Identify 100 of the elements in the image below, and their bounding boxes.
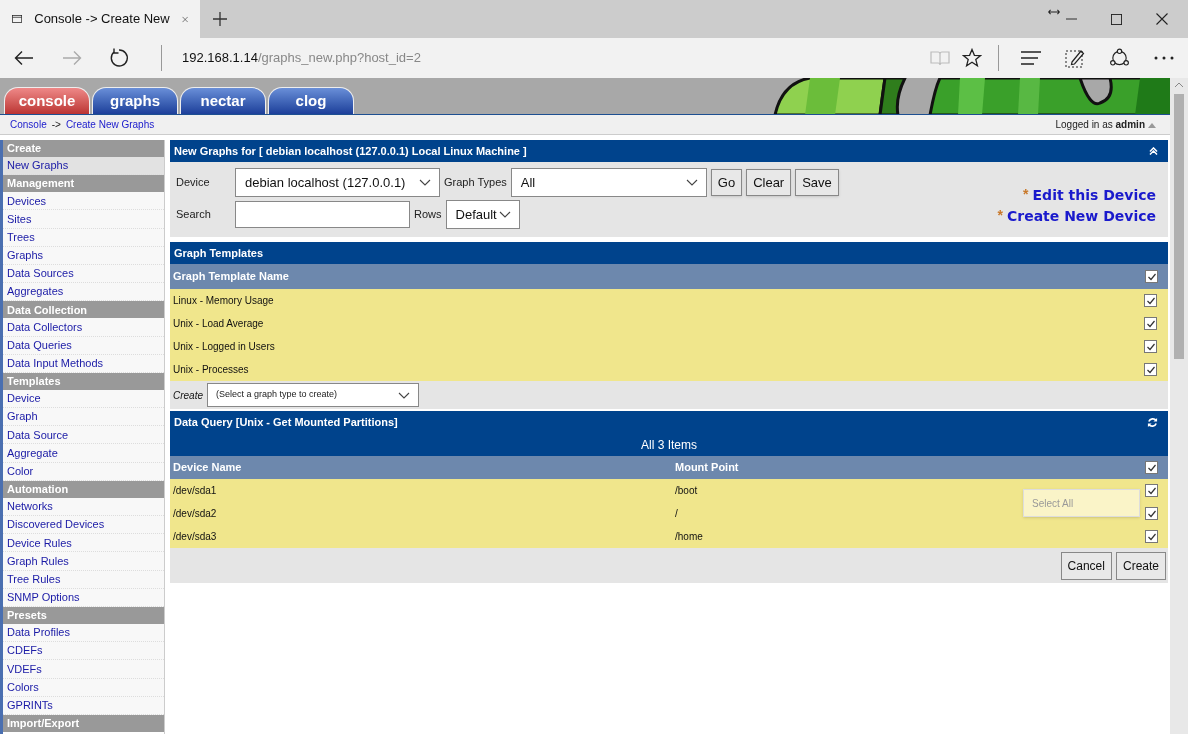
browser-tab[interactable]: Console -> Create New (0, 0, 200, 38)
field-label: Device (176, 175, 211, 191)
checkbox[interactable] (1145, 507, 1158, 520)
app-tab[interactable]: clog (268, 87, 354, 114)
breadcrumb-link[interactable]: Console (10, 117, 47, 132)
check-icon (1146, 462, 1157, 473)
sidebar-item[interactable]: Discovered Devices (3, 516, 164, 535)
checkbox[interactable] (1144, 317, 1157, 330)
sidebar-item[interactable]: VDEFs (3, 660, 164, 679)
sidebar-item[interactable]: CDEFs (3, 642, 164, 661)
maximize-icon[interactable] (1111, 13, 1122, 25)
table-cell-text: Unix - Processes (173, 363, 250, 377)
field-label: Search (176, 207, 212, 223)
table-cell-text: /dev/sda3 (173, 530, 218, 544)
caret-icon (419, 179, 431, 186)
app-tab[interactable]: graphs (92, 87, 178, 114)
section-title: Graph Templates (174, 245, 265, 261)
sidebar-item[interactable]: Aggregate (3, 444, 164, 463)
note-icon[interactable] (1065, 48, 1085, 68)
button[interactable]: Clear (746, 169, 792, 196)
collapse-icon[interactable] (1149, 147, 1158, 155)
field-label: Create (173, 388, 203, 403)
field-label: Graph Types (444, 175, 507, 191)
link[interactable]: Edit this Device (1032, 186, 1156, 203)
sidebar-item[interactable]: Aggregates (3, 283, 164, 302)
graph-type-dropdown[interactable]: (Select a graph type to create) (207, 383, 419, 407)
share-icon[interactable] (1109, 48, 1130, 68)
table-cell-text: Unix - Load Average (173, 317, 265, 331)
resize-icon (1048, 8, 1060, 16)
table-cell-text: /dev/sda1 (173, 484, 218, 498)
scroll-up-icon[interactable] (1174, 82, 1184, 88)
breadcrumb-link[interactable]: Create New Graphs (65, 117, 155, 132)
scrollbar[interactable] (1170, 78, 1188, 734)
back-icon[interactable] (14, 50, 34, 66)
check-icon (1146, 485, 1157, 496)
plus-icon[interactable] (213, 12, 227, 26)
checkbox[interactable] (1144, 294, 1157, 307)
table-row[interactable]: /dev/sda3 /home (170, 525, 1168, 548)
window-icon (12, 12, 23, 26)
table-row[interactable]: Unix - Logged in Users (170, 335, 1168, 358)
graph-types-dropdown[interactable]: All (510, 168, 707, 197)
column-title: Graph Template Name (173, 269, 290, 285)
app-tab[interactable]: nectar (180, 87, 266, 114)
check-icon (1145, 295, 1156, 306)
sidebar-item[interactable]: New Graphs (3, 157, 164, 176)
sidebar-heading: Create (3, 140, 164, 157)
sidebar-item[interactable]: Data Collectors (3, 318, 164, 337)
button[interactable]: Cancel (1060, 551, 1112, 580)
breadcrumb-separator: -> (51, 118, 61, 132)
section-title: Data Query [Unix - Get Mounted Partitions] (174, 414, 399, 430)
close-icon[interactable] (1156, 13, 1168, 25)
bullet-icon: * (1023, 184, 1029, 205)
checkbox[interactable] (1144, 340, 1157, 353)
checkbox[interactable] (1145, 270, 1158, 283)
link[interactable]: Create New Device (1006, 207, 1156, 224)
refresh-icon[interactable] (109, 48, 129, 68)
checkbox[interactable] (1144, 363, 1157, 376)
check-icon (1145, 318, 1156, 329)
tab-title: Console -> Create New (34, 10, 170, 29)
address-field[interactable]: 192.168.1.14/graphs_new.php?host_id=2 (182, 48, 421, 68)
more-icon[interactable] (1154, 56, 1174, 60)
check-icon (1146, 271, 1157, 282)
section-title: New Graphs for [ debian localhost (127.0.0.1) Local Linux Machine ] (174, 143, 528, 159)
sidebar-item[interactable]: Sites (3, 210, 164, 229)
bullet-icon: * (997, 205, 1003, 226)
item-count: All 3 Items (641, 436, 697, 454)
check-icon (1145, 364, 1156, 375)
sidebar-item[interactable]: Data Source (3, 426, 164, 445)
column-title: Device Name (173, 460, 243, 476)
table-row[interactable]: Unix - Processes (170, 358, 1168, 381)
app-tab[interactable]: console (4, 87, 90, 114)
button[interactable]: Create (1115, 551, 1166, 580)
checkbox[interactable] (1145, 484, 1158, 497)
star-icon[interactable] (962, 48, 982, 68)
column-title: Mount Point (675, 460, 740, 476)
table-cell-text: Linux - Memory Usage (173, 294, 275, 308)
caret-icon (398, 391, 410, 399)
sidebar-item[interactable]: Devices (3, 192, 164, 211)
caret-icon (498, 211, 511, 218)
button[interactable]: Go (710, 169, 743, 196)
table-cell-text: /home (675, 530, 704, 544)
sidebar-item[interactable]: Graph (3, 408, 164, 427)
table-row[interactable]: Linux - Memory Usage (170, 289, 1168, 312)
table-row[interactable]: Unix - Load Average (170, 312, 1168, 335)
sidebar-item[interactable]: Graph Rules (3, 552, 164, 571)
search-field[interactable] (235, 201, 410, 228)
check-icon (1146, 508, 1157, 519)
table-cell-text: / (675, 507, 679, 521)
rows-dropdown[interactable]: Default (445, 200, 520, 229)
checkbox[interactable] (1145, 530, 1158, 543)
table-cell-text: /boot (675, 484, 699, 498)
button[interactable]: Save (795, 169, 839, 196)
sidebar-item[interactable]: Device Rules (3, 534, 164, 553)
scrollbar-thumb[interactable] (1174, 94, 1184, 359)
checkbox[interactable] (1145, 461, 1158, 474)
check-icon (1145, 341, 1156, 352)
device-dropdown[interactable]: debian localhost (127.0.0.1) (235, 168, 440, 197)
tooltip: Select All (1023, 489, 1140, 517)
sidebar-heading: Management (3, 175, 164, 193)
login-status: Logged in as admin (1055, 118, 1145, 132)
